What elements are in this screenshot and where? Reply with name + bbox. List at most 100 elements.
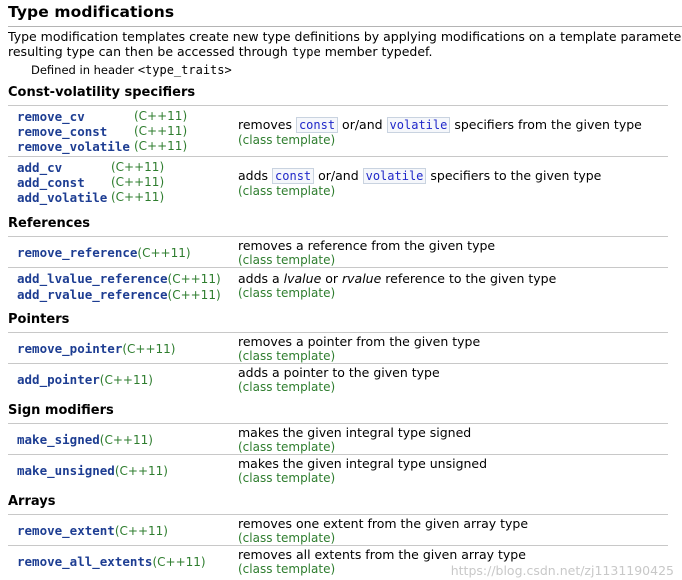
link-remove-pointer[interactable]: remove_pointer (17, 341, 122, 356)
watermark: https://blog.csdn.net/zj1131190425 (450, 563, 674, 578)
link-add-pointer[interactable]: add_pointer (17, 372, 100, 387)
version-badge: (C++11) (114, 464, 168, 478)
make-signed-desc: makes the given integral type signed (cl… (238, 425, 471, 455)
remove-extent-names: remove_extent(C++11) (17, 523, 168, 539)
divider (8, 514, 668, 515)
add-cv-versions: (C++11) (C++11) (C++11) (111, 160, 164, 205)
make-unsigned-desc: makes the given integral type unsigned (… (238, 456, 487, 486)
desc-text: removes a reference from the given type (238, 238, 496, 253)
link-remove-all-extents[interactable]: remove_all_extents (17, 554, 152, 569)
desc-text: specifiers to the given type (426, 168, 602, 183)
version-badge: (C++11) (111, 190, 165, 204)
remove-all-extents-names: remove_all_extents(C++11) (17, 554, 206, 570)
desc-text: or (321, 271, 343, 286)
desc-text: adds a (238, 271, 284, 286)
desc-text: adds a pointer to the given type (238, 365, 440, 380)
version-badge: (C++11) (114, 524, 168, 538)
intro-code-type: type (291, 45, 321, 59)
version-badge: (C++11) (167, 288, 221, 302)
keyword-volatile[interactable]: volatile (386, 117, 451, 133)
desc-text: makes the given integral type signed (238, 425, 472, 440)
intro-paragraph: Type modification templates create new t… (8, 29, 682, 60)
add-pointer-names: add_pointer(C++11) (17, 372, 153, 388)
keyword-const[interactable]: const (295, 117, 339, 133)
remove-cv-versions: (C++11) (C++11) (C++11) (134, 109, 187, 154)
class-template-label: (class template) (238, 286, 336, 300)
emphasis-lvalue: lvalue (283, 271, 322, 286)
make-unsigned-names: make_unsigned(C++11) (17, 463, 168, 479)
link-remove-cv[interactable]: remove_cv (17, 109, 85, 124)
remove-reference-names: remove_reference(C++11) (17, 245, 191, 261)
header-name: <type_traits> (137, 63, 232, 77)
link-add-lvalue-reference[interactable]: add_lvalue_reference (17, 271, 168, 286)
remove-reference-desc: removes a reference from the given type … (238, 238, 495, 268)
desc-text: removes all extents from the given array… (238, 547, 526, 562)
version-badge: (C++11) (134, 109, 188, 123)
desc-text: or/and (338, 117, 387, 132)
desc-text: reference to the given type (381, 271, 557, 286)
version-badge: (C++11) (99, 373, 153, 387)
link-remove-extent[interactable]: remove_extent (17, 523, 115, 538)
section-pointers: Pointers (8, 312, 70, 327)
desc-text: removes (238, 117, 296, 132)
link-add-volatile[interactable]: add_volatile (17, 190, 107, 205)
class-template-label: (class template) (238, 380, 336, 394)
version-badge: (C++11) (137, 246, 191, 260)
version-badge: (C++11) (99, 433, 153, 447)
desc-text: removes a pointer from the given type (238, 334, 481, 349)
class-template-label: (class template) (238, 133, 336, 147)
divider (8, 545, 668, 546)
class-template-label: (class template) (238, 253, 336, 267)
keyword-const[interactable]: const (272, 168, 315, 184)
class-template-label: (class template) (238, 440, 336, 454)
defined-in-label: Defined in header (31, 63, 138, 77)
section-sign-modifiers: Sign modifiers (8, 403, 114, 418)
link-remove-reference[interactable]: remove_reference (17, 245, 137, 260)
add-pointer-desc: adds a pointer to the given type (class … (238, 365, 440, 395)
class-template-label: (class template) (238, 531, 336, 545)
link-add-const[interactable]: add_const (17, 175, 85, 190)
link-remove-volatile[interactable]: remove_volatile (17, 139, 130, 154)
divider (8, 332, 668, 333)
version-badge: (C++11) (122, 342, 176, 356)
link-add-cv[interactable]: add_cv (17, 160, 62, 175)
class-template-label: (class template) (238, 471, 336, 485)
divider (8, 105, 668, 106)
remove-pointer-desc: removes a pointer from the given type (c… (238, 334, 480, 364)
version-badge: (C++11) (152, 555, 206, 569)
version-badge: (C++11) (111, 160, 165, 174)
class-template-label: (class template) (238, 184, 336, 198)
desc-text: or/and (314, 168, 363, 183)
version-badge: (C++11) (111, 175, 165, 189)
remove-cv-desc: removes const or/and volatile specifiers… (238, 117, 642, 148)
divider (8, 363, 668, 364)
remove-cv-names: remove_cv remove_const remove_volatile (17, 109, 130, 154)
section-arrays: Arrays (8, 494, 56, 509)
intro-text: resulting type can then be accessed thro… (8, 44, 292, 59)
add-cv-names: add_cv add_const add_volatile (17, 160, 107, 205)
emphasis-rvalue: rvalue (342, 271, 382, 286)
link-make-signed[interactable]: make_signed (17, 432, 100, 447)
link-make-unsigned[interactable]: make_unsigned (17, 463, 115, 478)
intro-text: member typedef. (320, 44, 433, 59)
page-title: Type modifications (8, 3, 175, 21)
intro-line-2: resulting type can then be accessed thro… (8, 44, 682, 60)
add-cv-desc: adds const or/and volatile specifiers to… (238, 168, 601, 199)
desc-text: specifiers from the given type (450, 117, 642, 132)
version-badge: (C++11) (134, 124, 188, 138)
intro-line-1: Type modification templates create new t… (8, 29, 682, 44)
link-remove-const[interactable]: remove_const (17, 124, 107, 139)
add-reference-names: add_lvalue_reference (C++11) add_rvalue_r… (17, 271, 221, 303)
add-reference-desc: adds a lvalue or rvalue reference to the… (238, 271, 556, 301)
desc-text: removes one extent from the given array … (238, 516, 529, 531)
divider (8, 156, 668, 157)
link-add-rvalue-reference[interactable]: add_rvalue_reference (17, 287, 168, 302)
keyword-volatile[interactable]: volatile (362, 168, 427, 184)
divider (8, 454, 668, 455)
defined-in-header: Defined in header <type_traits> (31, 63, 232, 77)
desc-text: adds (238, 168, 273, 183)
divider (8, 236, 668, 237)
divider (8, 267, 668, 268)
title-divider (8, 26, 682, 27)
remove-pointer-names: remove_pointer(C++11) (17, 341, 175, 357)
